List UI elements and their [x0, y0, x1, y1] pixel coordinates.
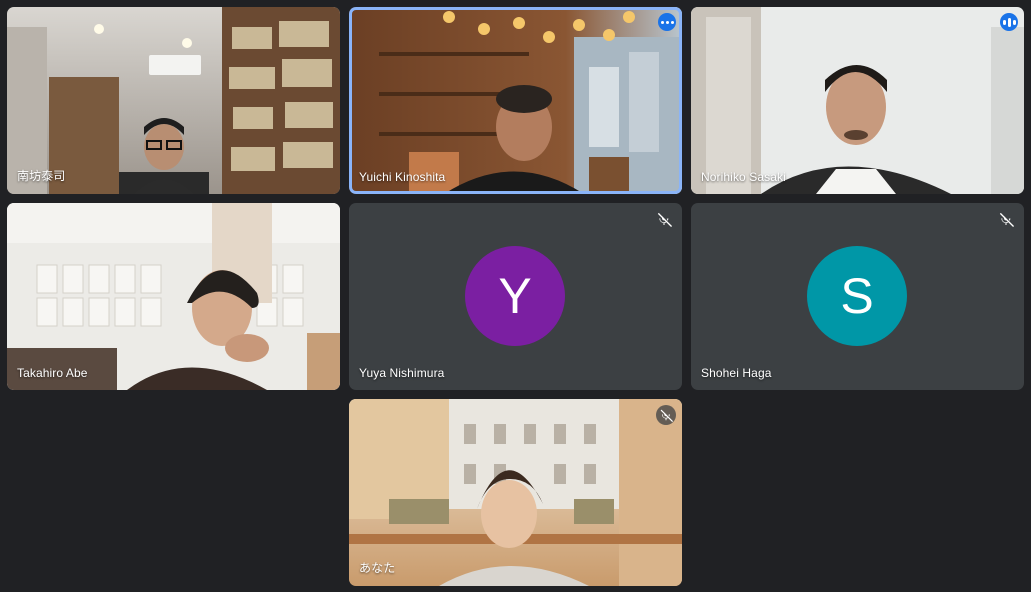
participant-tile-5[interactable]: Y Yuya Nishimura: [349, 203, 682, 390]
participant-name: 南坊泰司: [17, 169, 66, 183]
avatar-initial: Y: [498, 268, 532, 324]
avatar: Y: [465, 246, 565, 346]
speaking-indicator-icon: [1000, 13, 1018, 31]
participant-tile-2[interactable]: Yuichi Kinoshita: [349, 7, 682, 194]
participant-tile-4[interactable]: Takahiro Abe: [7, 203, 340, 390]
participant-name: あなた: [359, 561, 396, 575]
participant-tile-self[interactable]: あなた: [349, 399, 682, 586]
avatar-initial: S: [840, 268, 874, 324]
participant-name: Yuya Nishimura: [359, 366, 445, 380]
participant-name: Shohei Haga: [701, 366, 772, 380]
participant-name: Norihiko Sasaki: [701, 170, 786, 184]
avatar: S: [807, 246, 907, 346]
participant-name: Takahiro Abe: [17, 366, 88, 380]
video-feed: [7, 7, 340, 194]
participant-tile-1[interactable]: 南坊泰司: [7, 7, 340, 194]
mic-off-icon: [999, 212, 1014, 227]
video-feed: [7, 203, 340, 390]
video-feed: [349, 399, 682, 586]
video-feed: [349, 7, 682, 194]
mic-off-icon: [657, 212, 672, 227]
participant-tile-3[interactable]: Norihiko Sasaki: [691, 7, 1024, 194]
participant-name: Yuichi Kinoshita: [359, 170, 446, 184]
mic-off-icon: [660, 409, 673, 422]
participant-tile-6[interactable]: S Shohei Haga: [691, 203, 1024, 390]
more-options-button[interactable]: [658, 13, 676, 31]
video-feed: [691, 7, 1024, 194]
mic-off-button[interactable]: [656, 405, 676, 425]
